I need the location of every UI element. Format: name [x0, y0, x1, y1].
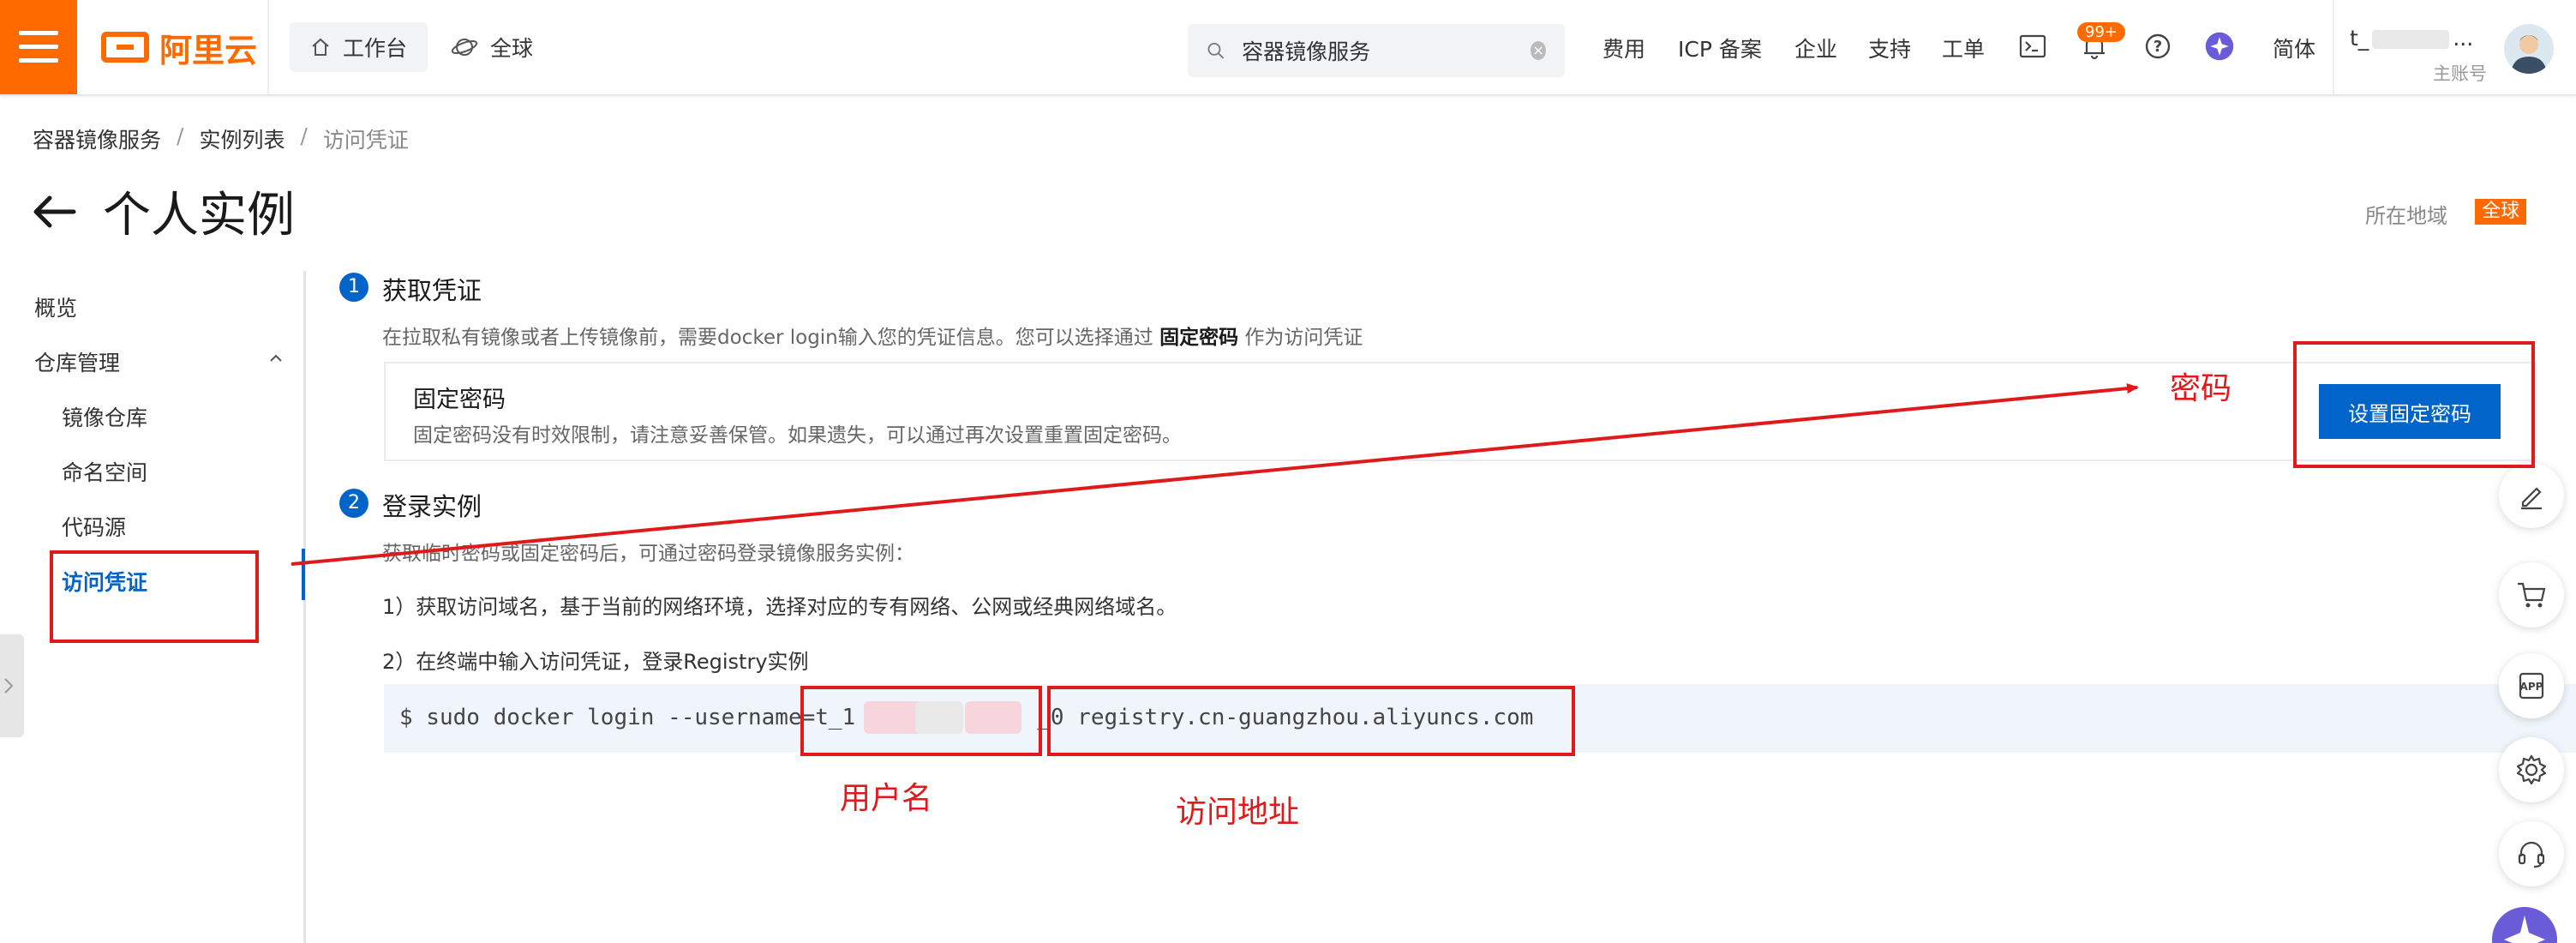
annotation-label-address: 访问地址	[1176, 795, 1300, 830]
annotation-label-password: 密码	[2170, 371, 2232, 406]
annotation-label-username: 用户名	[840, 781, 933, 816]
